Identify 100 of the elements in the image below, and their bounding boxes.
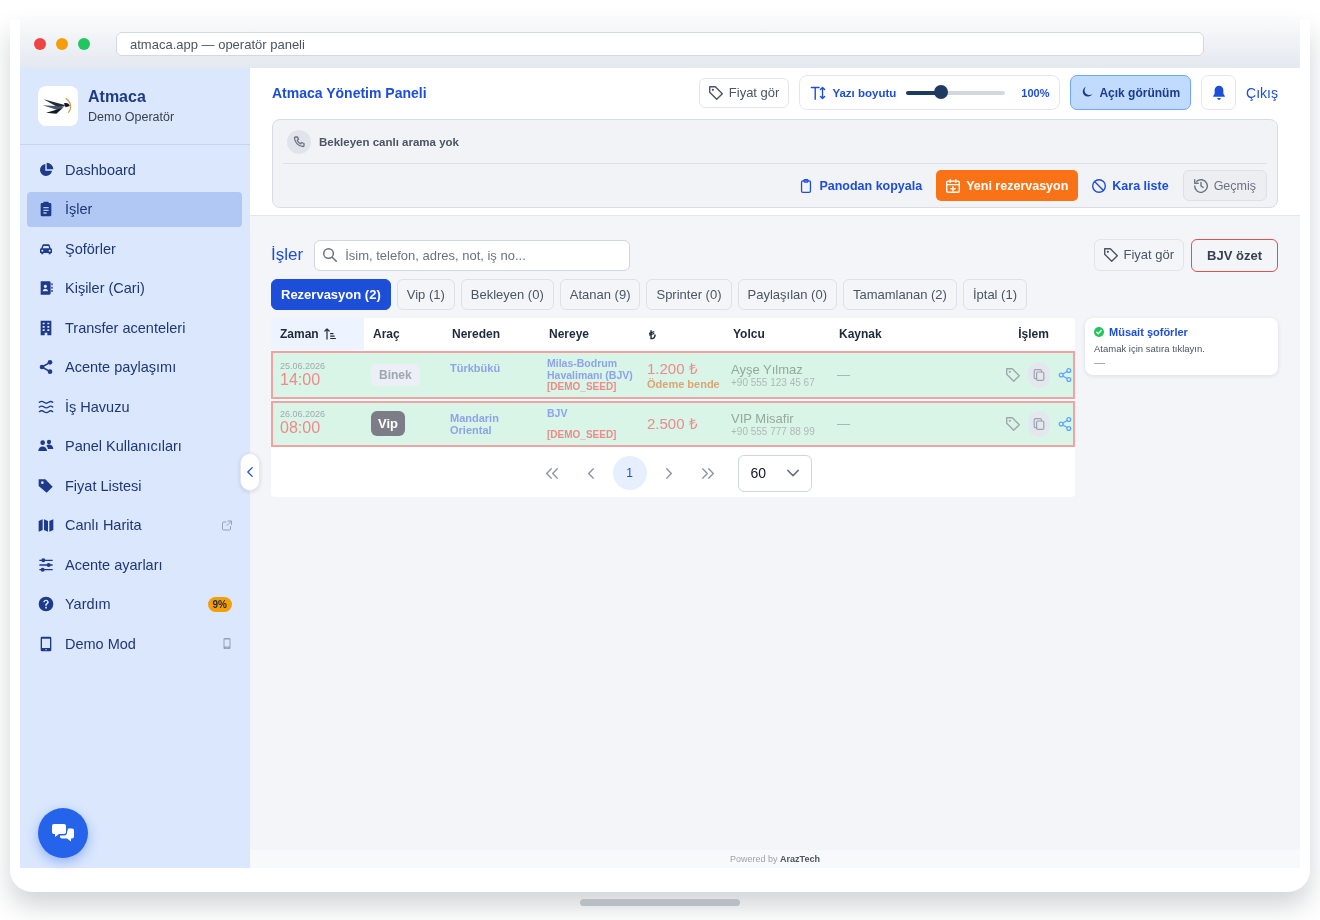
nav-item[interactable]: Acente ayarları [27, 547, 242, 583]
passenger-name: Ayşe Yılmaz [731, 361, 803, 377]
external-link-icon[interactable] [222, 519, 232, 531]
pickup-text: Mandarin Oriental [450, 411, 500, 437]
time-text: 08:00 [280, 419, 321, 438]
nav-item[interactable]: İş Havuzu [27, 389, 242, 425]
blacklist-button[interactable]: Kara liste [1092, 178, 1169, 193]
tag-icon[interactable] [1006, 416, 1020, 431]
summary-button[interactable]: BJV özet [1191, 238, 1278, 272]
theme-toggle-button[interactable]: Açık görünüm [1070, 75, 1192, 110]
share-icon[interactable] [1058, 416, 1072, 431]
copy-button[interactable] [1028, 410, 1050, 437]
share-icon [38, 359, 54, 376]
card-title: Müsait şoförler [1109, 326, 1188, 338]
phone-icon [287, 129, 311, 154]
nav-item[interactable]: İşler [27, 191, 242, 227]
calendar-plus-icon [946, 178, 961, 193]
notifications-button[interactable] [1201, 75, 1237, 110]
price-button[interactable]: Fiyat gör [1093, 238, 1185, 271]
contact-card-icon [38, 280, 54, 297]
window-dot-icon[interactable] [56, 38, 68, 50]
passenger-name: VIP Misafir [731, 410, 794, 426]
paste-button[interactable]: Panodan kopyala [799, 178, 923, 193]
slider-thumb[interactable] [933, 84, 948, 99]
bell-icon [1210, 84, 1227, 101]
seed-label: [DEMO_SEED] [547, 429, 617, 441]
column-header[interactable]: Araç [364, 318, 443, 350]
page-title: Atmaca Yönetim Paneli [272, 84, 427, 101]
column-header[interactable]: Nereye [540, 318, 640, 350]
page-size-select[interactable]: 60 [737, 454, 812, 492]
history-button[interactable]: Geçmiş [1182, 170, 1267, 201]
clipboard-icon [38, 201, 54, 218]
font-size-value: 100% [1021, 86, 1050, 99]
search-field[interactable]: İsim, telefon, adres, not, iş no... [314, 239, 631, 271]
column-header[interactable]: Yolcu [724, 318, 830, 350]
chevron-right-icon [665, 467, 672, 479]
destination-text: BJV [547, 406, 568, 419]
source-text: — [837, 416, 850, 432]
powered-by-text: Powered by ArazTech [730, 854, 820, 864]
brand-name: Atmaca [88, 88, 146, 106]
search-icon [323, 248, 338, 262]
filter-tab[interactable]: İptal (1) [962, 279, 1027, 310]
nav-item[interactable]: Transfer acenteleri [27, 310, 242, 346]
filter-tab[interactable]: Vip (1) [396, 279, 455, 310]
column-header[interactable]: Kaynak [830, 318, 1000, 350]
chevron-left-icon [587, 467, 594, 479]
nav-item[interactable]: Canlı Harita [27, 507, 242, 543]
tag-icon [1103, 247, 1118, 262]
moon-icon [1081, 86, 1094, 99]
double-chevron-left-icon [545, 467, 558, 479]
pickup-text: Türkbükü [450, 362, 501, 375]
nav-item[interactable]: Yardım 9% [27, 586, 242, 622]
section-title: İşler [271, 245, 304, 265]
copy-button[interactable] [1028, 361, 1050, 388]
filter-tab[interactable]: Rezervasyon (2) [271, 279, 391, 310]
hint-text: Atamak için satıra tıklayın. [1094, 343, 1205, 354]
nav-item[interactable]: Dashboard [27, 152, 242, 188]
double-chevron-right-icon [701, 467, 714, 479]
nav-item[interactable]: Acente paylaşımı [27, 349, 242, 385]
nav-item[interactable]: Kişiler (Cari) [27, 270, 242, 306]
column-header[interactable]: Zaman [271, 318, 364, 350]
time-text: 14:00 [280, 370, 321, 389]
source-text: — [837, 367, 850, 383]
page-button[interactable]: 1 [612, 456, 647, 491]
passenger-phone: +90 555 123 45 67 [731, 376, 815, 388]
price-button[interactable]: Fiyat gör [698, 77, 790, 108]
collapse-sidebar-button[interactable] [240, 453, 260, 491]
payment-note: Ödeme bende [647, 377, 720, 390]
nav-item[interactable]: Panel Kullanıcıları [27, 428, 242, 464]
nav-item[interactable]: Demo Mod [27, 626, 242, 662]
column-header[interactable]: İşlem [1000, 318, 1075, 350]
date-text: 26.06.2026 [280, 409, 326, 420]
sort-icon [323, 328, 336, 340]
nav-item[interactable]: Fiyat Listesi [27, 468, 242, 504]
filter-tab[interactable]: Sprinter (0) [646, 279, 732, 310]
pie-chart-icon [38, 161, 54, 178]
address-field[interactable]: atmaca.app — operatör paneli [116, 32, 1204, 56]
tag-icon[interactable] [1006, 367, 1020, 382]
filter-tab[interactable]: Tamamlanan (2) [843, 279, 957, 310]
filter-tab[interactable]: Paylaşılan (0) [737, 279, 837, 310]
date-text: 25.06.2026 [280, 360, 326, 371]
logout-link[interactable]: Çıkış [1246, 84, 1278, 101]
check-circle-icon [1094, 327, 1104, 337]
clipboard-icon [799, 178, 814, 193]
filter-tab[interactable]: Bekleyen (0) [460, 279, 554, 310]
text-size-icon [810, 84, 827, 101]
window-dot-icon[interactable] [78, 38, 90, 50]
nav-item[interactable]: Şoförler [27, 231, 242, 267]
seed-label: [DEMO_SEED] [547, 381, 617, 393]
price-text: 2.500 ₺ [647, 414, 698, 433]
window-dot-icon[interactable] [34, 38, 46, 50]
filter-tab[interactable]: Atanan (9) [559, 279, 641, 310]
column-header[interactable]: Nereden [443, 318, 540, 350]
share-icon[interactable] [1058, 367, 1072, 382]
column-header[interactable]: ₺ [640, 318, 724, 350]
vehicle-badge: Binek [371, 363, 420, 386]
building-icon [38, 319, 54, 336]
chat-button[interactable] [38, 808, 88, 858]
copy-icon [1033, 368, 1045, 381]
empty-text: — [1094, 356, 1105, 368]
